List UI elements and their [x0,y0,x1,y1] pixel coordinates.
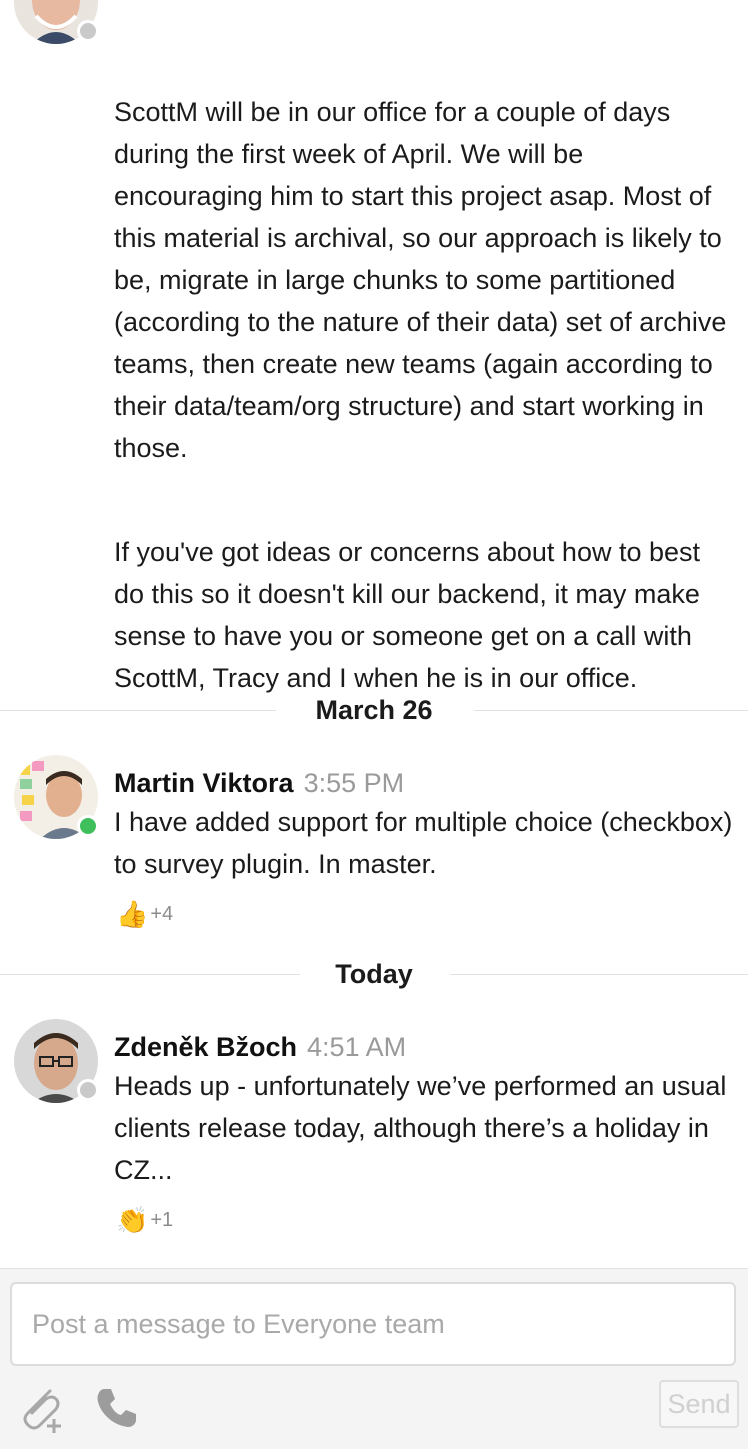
presence-online-indicator [77,815,99,837]
author-name[interactable]: Martin Viktora [114,768,294,798]
message-input[interactable]: Post a message to Everyone team [10,1282,736,1366]
thumbs-up-icon: 👍 [116,899,149,929]
clapping-hands-icon: 👏 [116,1205,149,1235]
message-feed[interactable]: ScottM will be in our office for a coupl… [0,0,748,1268]
message-paragraph: ScottM will be in our office for a coupl… [114,97,734,463]
message-composer: Post a message to Everyone team Send [0,1268,748,1449]
avatar[interactable] [14,755,99,839]
paperclip-plus-icon[interactable] [16,1383,66,1435]
reaction-count: +1 [150,1208,174,1231]
date-separator: March 26 [0,690,748,730]
send-button[interactable]: Send [659,1380,739,1428]
date-separator-label: March 26 [315,695,433,725]
reaction-count: +4 [150,902,174,925]
date-separator-label: Today [335,959,413,989]
presence-away-indicator [77,1079,99,1101]
phone-icon[interactable] [94,1385,140,1431]
message-paragraph: If you've got ideas or concerns about ho… [114,537,708,693]
message-timestamp[interactable]: 4:51 AM [307,1032,406,1062]
reaction-badge[interactable]: 👏 +1 [116,1202,173,1238]
author-name[interactable]: Zdeněk Bžoch [114,1032,297,1062]
message-header: Zdeněk Bžoch 4:51 AM [114,1027,406,1067]
avatar[interactable] [14,0,99,44]
date-separator: Today [0,954,748,994]
message-body: Heads up - unfortunately we’ve performed… [114,1071,734,1185]
message-body: If you've got ideas or concerns about ho… [114,447,734,783]
presence-away-indicator [77,20,99,42]
message-timestamp[interactable]: 3:55 PM [304,768,405,798]
message-header: Martin Viktora 3:55 PM [114,763,404,803]
avatar[interactable] [14,1019,99,1103]
message-body: I have added support for multiple choice… [114,807,740,879]
reaction-badge[interactable]: 👍 +4 [116,896,173,932]
